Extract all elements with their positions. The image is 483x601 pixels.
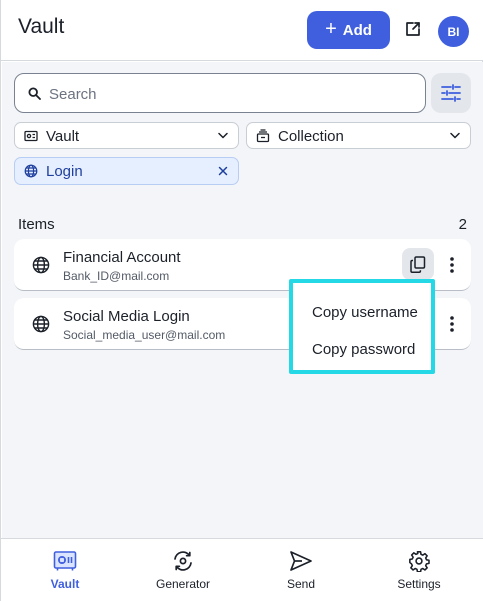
copy-password-menu-item[interactable]: Copy password xyxy=(312,341,415,358)
vault-select[interactable]: Vault xyxy=(14,122,239,149)
chevron-down-icon xyxy=(450,132,460,139)
vault-icon xyxy=(53,551,77,571)
nav-item-send[interactable]: Send xyxy=(251,539,351,601)
add-button-label: Add xyxy=(342,21,372,39)
page-title: Vault xyxy=(18,15,65,38)
nav-item-settings[interactable]: Settings xyxy=(369,539,469,601)
collection-icon xyxy=(256,129,270,143)
account-avatar[interactable]: BI xyxy=(438,16,469,47)
add-item-button[interactable]: + Add xyxy=(307,11,390,49)
item-name: Social Media Login xyxy=(63,308,190,325)
globe-icon xyxy=(32,256,50,274)
search-icon xyxy=(28,87,41,100)
app-header: Vault + Add BI xyxy=(1,0,483,61)
collection-select-value: Collection xyxy=(278,128,344,145)
nav-item-generator[interactable]: Generator xyxy=(133,539,233,601)
nav-label: Settings xyxy=(397,577,441,591)
login-filter-chip[interactable]: Login xyxy=(14,157,239,185)
plus-icon: + xyxy=(325,18,337,40)
nav-label: Vault xyxy=(50,577,80,591)
items-count: 2 xyxy=(458,216,467,233)
copy-username-menu-item[interactable]: Copy username xyxy=(312,304,418,321)
nav-label: Send xyxy=(286,577,316,591)
filter-toggle-button[interactable] xyxy=(431,73,471,113)
nav-label: Generator xyxy=(155,577,211,591)
search-box xyxy=(14,73,426,113)
gear-icon xyxy=(409,551,430,572)
more-vertical-icon xyxy=(450,257,454,273)
chip-label: Login xyxy=(46,163,83,180)
generator-icon xyxy=(174,551,192,571)
sliders-icon xyxy=(441,84,461,102)
bottom-nav: Vault Generator Send Settings xyxy=(1,538,483,601)
vault-icon xyxy=(24,130,38,142)
close-icon[interactable] xyxy=(218,166,228,176)
globe-icon xyxy=(24,164,38,178)
send-icon xyxy=(290,551,312,571)
copy-button[interactable] xyxy=(402,248,434,280)
items-heading: Items xyxy=(18,216,55,233)
item-username: Social_media_user@mail.com xyxy=(63,328,226,342)
more-vertical-icon xyxy=(450,316,454,332)
globe-icon xyxy=(32,315,50,333)
collection-select[interactable]: Collection xyxy=(246,122,471,149)
extension-frame: Vault + Add BI Search Vault Collection L… xyxy=(0,0,483,601)
popout-icon[interactable] xyxy=(403,19,423,39)
copy-menu: Copy username Copy password xyxy=(289,279,435,374)
more-options-button[interactable] xyxy=(442,252,462,278)
search-input[interactable] xyxy=(49,83,409,105)
copy-icon xyxy=(410,255,426,273)
item-username: Bank_ID@mail.com xyxy=(63,269,170,283)
more-options-button[interactable] xyxy=(442,311,462,337)
vault-select-value: Vault xyxy=(46,128,80,145)
nav-item-vault[interactable]: Vault xyxy=(15,539,115,601)
item-name: Financial Account xyxy=(63,249,181,266)
chevron-down-icon xyxy=(218,132,228,139)
